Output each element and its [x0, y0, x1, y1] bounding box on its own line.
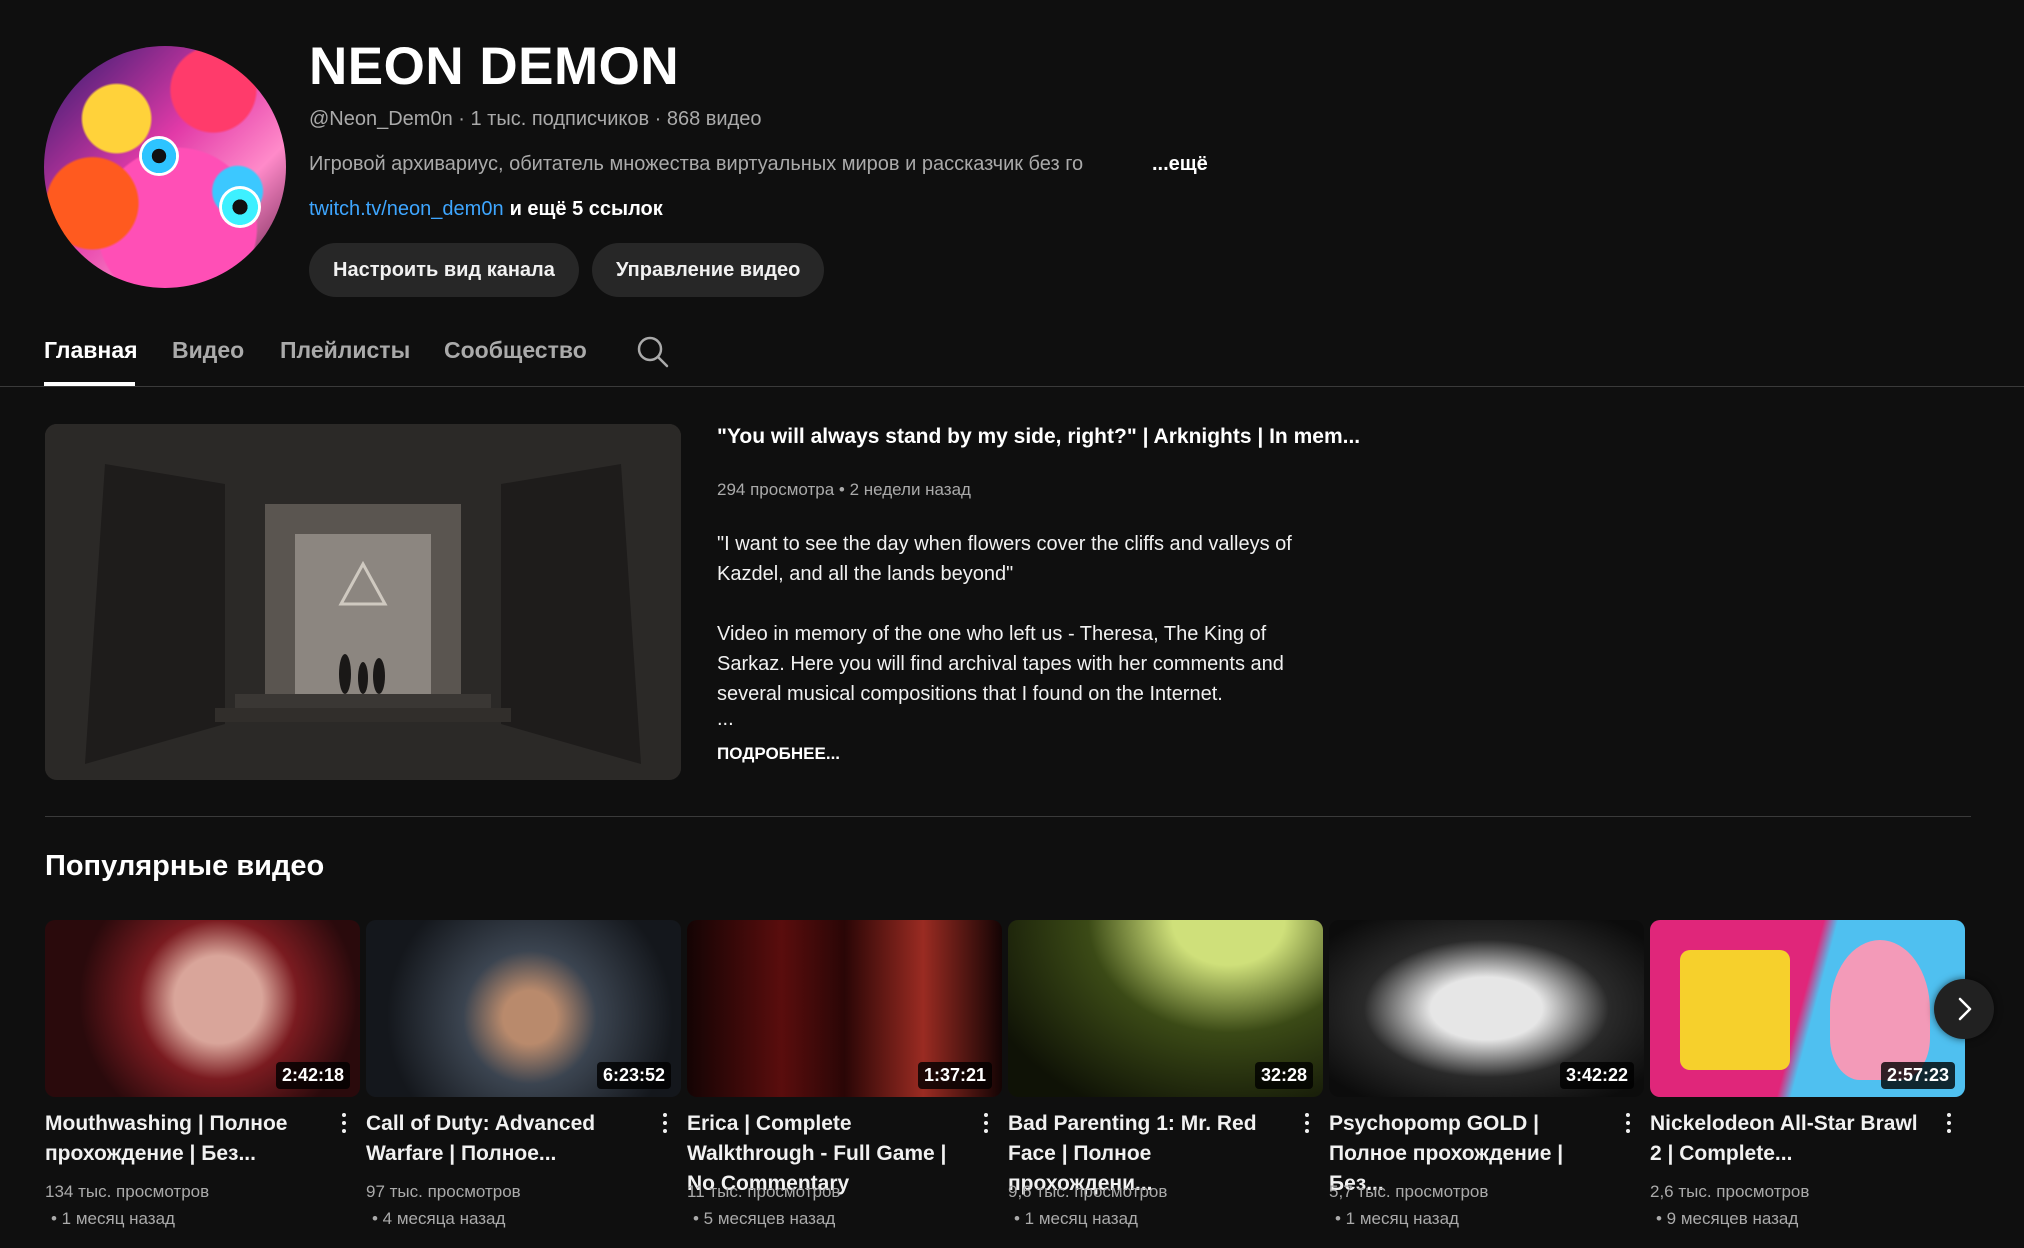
more-vert-icon[interactable] — [334, 1109, 354, 1139]
tab-videos[interactable]: Видео — [172, 337, 244, 364]
video-duration: 32:28 — [1254, 1062, 1313, 1089]
chevron-right-icon — [1958, 997, 1972, 1021]
video-thumbnail[interactable]: 1:37:21 — [687, 920, 1002, 1097]
video-views: 97 тыс. просмотров — [366, 1182, 521, 1201]
video-duration: 2:42:18 — [275, 1062, 350, 1089]
video-age: • 4 месяца назад — [372, 1209, 506, 1228]
thumbnail-character — [1830, 940, 1930, 1080]
channel-avatar[interactable] — [44, 46, 286, 288]
carousel-next-button[interactable] — [1934, 979, 1994, 1039]
video-card[interactable]: 1:37:21 Erica | Complete Walkthrough - F… — [687, 920, 1002, 1228]
featured-thumbnail-art — [45, 424, 681, 780]
video-card[interactable]: 2:57:23 Nickelodeon All-Star Brawl 2 | C… — [1650, 920, 1965, 1228]
channel-links: twitch.tv/neon_dem0n и ещё 5 ссылок — [309, 198, 663, 221]
avatar-eye — [139, 136, 179, 176]
thumbnail-character — [1680, 950, 1790, 1070]
video-views: 9,6 тыс. просмотров — [1008, 1182, 1168, 1201]
video-age: • 1 месяц назад — [1014, 1209, 1138, 1228]
more-vert-icon[interactable] — [1939, 1109, 1959, 1139]
search-icon[interactable] — [636, 335, 670, 369]
video-views: 11 тыс. просмотров — [687, 1182, 841, 1201]
tab-home[interactable]: Главная — [44, 337, 138, 364]
video-age: • 1 месяц назад — [1335, 1209, 1459, 1228]
video-thumbnail[interactable]: 6:23:52 — [366, 920, 681, 1097]
featured-video-meta: 294 просмотра • 2 недели назад — [717, 480, 971, 499]
video-age: • 9 месяцев назад — [1656, 1209, 1799, 1228]
featured-video-thumbnail[interactable] — [45, 424, 681, 780]
video-thumbnail[interactable]: 3:42:22 — [1329, 920, 1644, 1097]
featured-desc-quote: "I want to see the day when flowers cove… — [717, 533, 1292, 585]
description-more-link[interactable]: ...ещё — [1152, 153, 1208, 176]
video-title[interactable]: Call of Duty: Advanced Warfare | Полное.… — [366, 1109, 648, 1169]
channel-description[interactable]: Игровой архивариус, обитатель множества … — [309, 153, 1159, 176]
video-duration: 6:23:52 — [596, 1062, 671, 1089]
tabs-divider — [0, 386, 2024, 387]
popular-videos-heading: Популярные видео — [45, 850, 325, 882]
video-duration: 1:37:21 — [917, 1062, 992, 1089]
manage-videos-button[interactable]: Управление видео — [592, 243, 825, 297]
customize-channel-button[interactable]: Настроить вид канала — [309, 243, 579, 297]
channel-name: NEON DEMON — [309, 37, 680, 96]
video-thumbnail[interactable]: 32:28 — [1008, 920, 1323, 1097]
more-vert-icon[interactable] — [976, 1109, 996, 1139]
video-title[interactable]: Mouthwashing | Полное прохождение | Без.… — [45, 1109, 327, 1169]
more-vert-icon[interactable] — [1297, 1109, 1317, 1139]
video-views: 134 тыс. просмотров — [45, 1182, 210, 1201]
video-card[interactable]: 6:23:52 Call of Duty: Advanced Warfare |… — [366, 920, 681, 1228]
featured-desc-body: Video in memory of the one who left us -… — [717, 623, 1284, 705]
video-age: • 5 месяцев назад — [693, 1209, 836, 1228]
avatar-eye — [219, 186, 261, 228]
video-thumbnail[interactable]: 2:42:18 — [45, 920, 360, 1097]
featured-more-button[interactable]: ПОДРОБНЕЕ... — [717, 744, 840, 764]
video-thumbnail[interactable]: 2:57:23 — [1650, 920, 1965, 1097]
more-vert-icon[interactable] — [1618, 1109, 1638, 1139]
video-views: 5,7 тыс. просмотров — [1329, 1182, 1489, 1201]
video-card[interactable]: 32:28 Bad Parenting 1: Mr. Red Face | По… — [1008, 920, 1323, 1228]
featured-video-description: "I want to see the day when flowers cove… — [717, 529, 1337, 729]
section-divider — [45, 816, 1971, 817]
more-vert-icon[interactable] — [655, 1109, 675, 1139]
tab-playlists[interactable]: Плейлисты — [280, 337, 410, 364]
video-duration: 2:57:23 — [1880, 1062, 1955, 1089]
video-age: • 1 месяц назад — [51, 1209, 175, 1228]
twitch-link[interactable]: twitch.tv/neon_dem0n — [309, 198, 504, 220]
channel-meta: @Neon_Dem0n · 1 тыс. подписчиков · 868 в… — [309, 108, 762, 130]
video-views: 2,6 тыс. просмотров — [1650, 1182, 1810, 1201]
more-links[interactable]: и ещё 5 ссылок — [510, 198, 663, 220]
video-title[interactable]: Nickelodeon All-Star Brawl 2 | Complete.… — [1650, 1109, 1932, 1169]
tab-community[interactable]: Сообщество — [444, 337, 587, 364]
video-duration: 3:42:22 — [1559, 1062, 1634, 1089]
featured-desc-ellipsis: ... — [717, 708, 734, 730]
featured-video-title[interactable]: "You will always stand by my side, right… — [717, 425, 1360, 449]
video-card[interactable]: 3:42:22 Psychopomp GOLD | Полное прохожд… — [1329, 920, 1644, 1228]
video-card[interactable]: 2:42:18 Mouthwashing | Полное прохождени… — [45, 920, 360, 1228]
